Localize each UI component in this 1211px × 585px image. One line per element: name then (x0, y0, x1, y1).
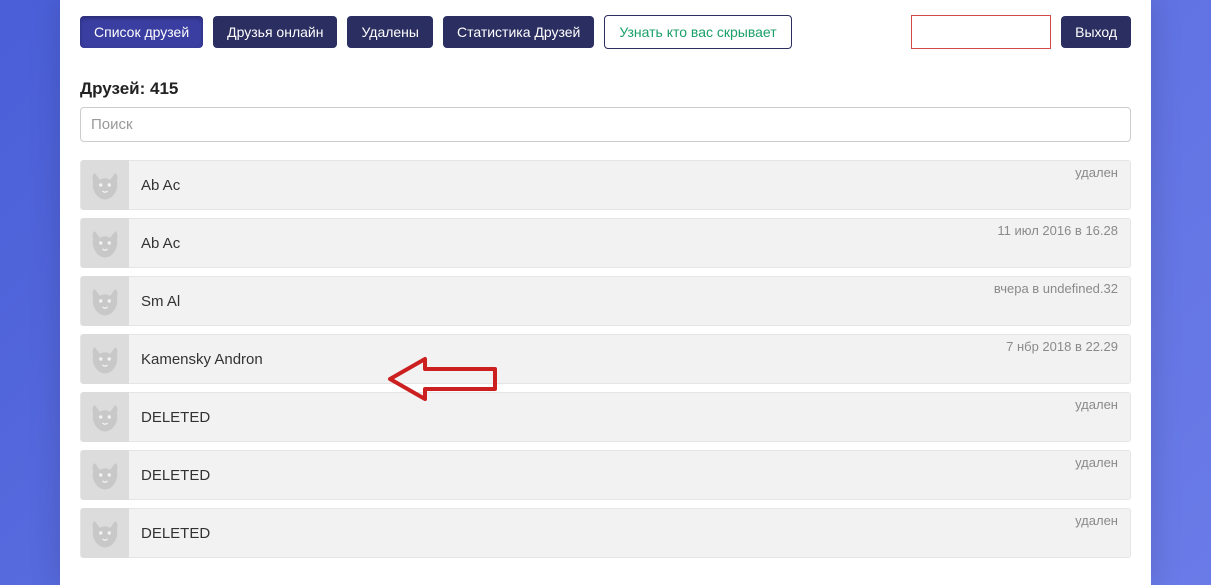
friend-status: 7 нбр 2018 в 22.29 (1006, 339, 1118, 354)
friend-status: удален (1075, 513, 1118, 528)
dog-avatar-icon (88, 284, 122, 318)
friend-status: удален (1075, 165, 1118, 180)
tab-friends-stats[interactable]: Статистика Друзей (443, 16, 594, 48)
list-item[interactable]: Ab Ac удален (80, 160, 1131, 210)
friend-status: удален (1075, 397, 1118, 412)
avatar (81, 218, 129, 268)
friend-status: удален (1075, 455, 1118, 470)
friends-count-heading: Друзей: 415 (80, 79, 1131, 99)
toolbar: Список друзей Друзья онлайн Удалены Стат… (80, 15, 1131, 49)
friend-name: DELETED (129, 525, 210, 542)
tab-friends-list[interactable]: Список друзей (80, 16, 203, 48)
list-item[interactable]: Kamensky Andron 7 нбр 2018 в 22.29 (80, 334, 1131, 384)
logout-button[interactable]: Выход (1061, 16, 1131, 48)
friend-name: Sm Al (129, 293, 180, 310)
avatar (81, 160, 129, 210)
avatar (81, 276, 129, 326)
dog-avatar-icon (88, 400, 122, 434)
search-input[interactable] (80, 107, 1131, 142)
friend-name: Ab Ac (129, 235, 180, 252)
dog-avatar-icon (88, 168, 122, 202)
dog-avatar-icon (88, 342, 122, 376)
friend-status: 11 июл 2016 в 16.28 (997, 223, 1118, 238)
list-item[interactable]: DELETED удален (80, 450, 1131, 500)
dog-avatar-icon (88, 226, 122, 260)
friend-name: DELETED (129, 467, 210, 484)
tab-hidden[interactable]: Узнать кто вас скрывает (604, 15, 791, 49)
app-panel: Список друзей Друзья онлайн Удалены Стат… (60, 0, 1151, 585)
friend-status: вчера в undefined.32 (994, 281, 1118, 296)
list-item[interactable]: Ab Ac 11 июл 2016 в 16.28 (80, 218, 1131, 268)
list-item[interactable]: Sm Al вчера в undefined.32 (80, 276, 1131, 326)
avatar (81, 450, 129, 500)
top-small-input[interactable] (911, 15, 1051, 49)
avatar (81, 334, 129, 384)
dog-avatar-icon (88, 516, 122, 550)
friend-name: Kamensky Andron (129, 351, 263, 368)
avatar (81, 392, 129, 442)
friend-name: Ab Ac (129, 177, 180, 194)
dog-avatar-icon (88, 458, 122, 492)
list-item[interactable]: DELETED удален (80, 392, 1131, 442)
tab-deleted[interactable]: Удалены (347, 16, 433, 48)
avatar (81, 508, 129, 558)
list-item[interactable]: DELETED удален (80, 508, 1131, 558)
tab-friends-online[interactable]: Друзья онлайн (213, 16, 337, 48)
friend-name: DELETED (129, 409, 210, 426)
friends-list: Ab Ac удален Ab Ac 11 июл 2016 в 16.28 S… (80, 160, 1131, 558)
